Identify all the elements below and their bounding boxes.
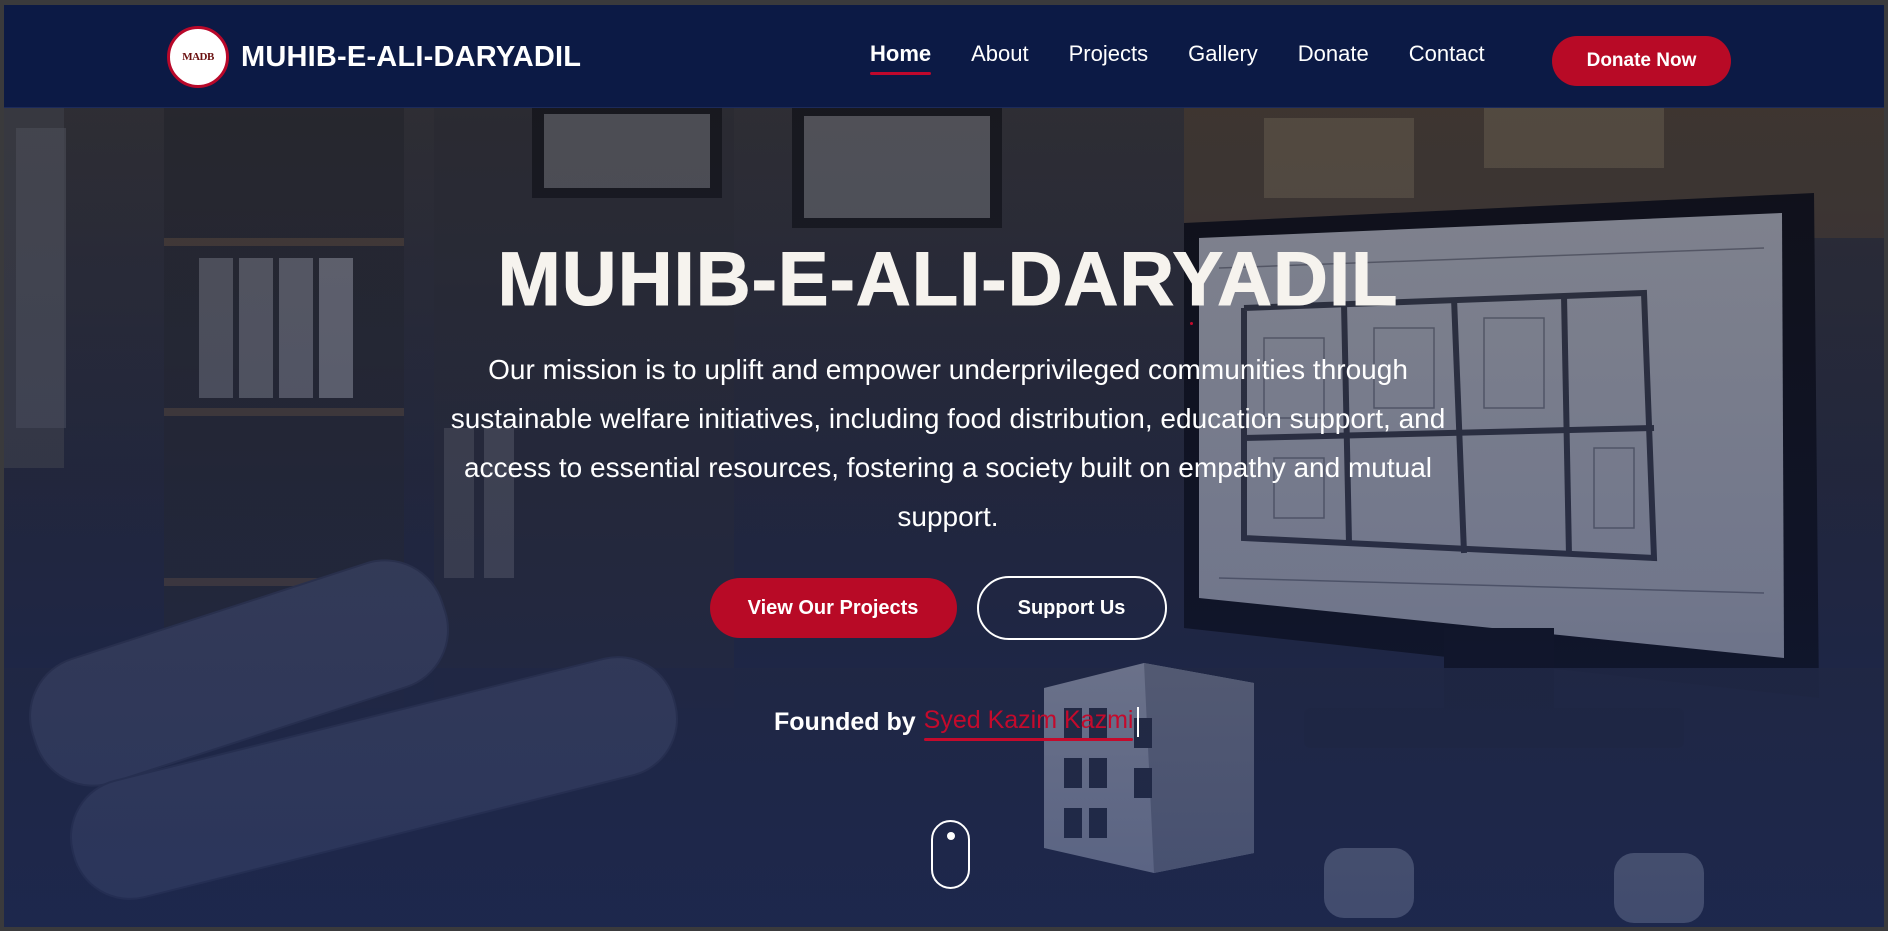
typing-caret (1137, 707, 1140, 737)
mission-statement: Our mission is to uplift and empower und… (450, 354, 1446, 532)
nav-item-about[interactable]: About (971, 41, 1029, 75)
brand[interactable]: MADB MUHIB-E-ALI-DARYADIL (167, 25, 581, 89)
nav-item-donate[interactable]: Donate (1298, 41, 1369, 75)
hero-title: MUHIB-E-ALI-DARYADIL (497, 237, 1399, 323)
nav-item-gallery[interactable]: Gallery (1188, 41, 1258, 75)
logo-text: MADB (182, 51, 214, 63)
founder-name: Syed Kazim Kazmi (923, 706, 1133, 741)
donate-now-button[interactable]: Donate Now (1552, 36, 1731, 86)
scroll-wheel-dot (947, 832, 955, 840)
nav-item-contact[interactable]: Contact (1409, 41, 1485, 75)
view-projects-button[interactable]: View Our Projects (709, 578, 957, 638)
hero-buttons: View Our Projects Support Us (4, 576, 1884, 640)
support-us-button[interactable]: Support Us (976, 576, 1167, 640)
brand-name[interactable]: MUHIB-E-ALI-DARYADIL (241, 41, 581, 74)
mouse-scroll-icon[interactable] (931, 820, 970, 889)
founded-by-label: Founded by (774, 707, 916, 736)
nav-item-home[interactable]: Home (870, 41, 932, 75)
browser-viewport: MADB MUHIB-E-ALI-DARYADIL Home About Pro… (0, 0, 1888, 931)
hero-section: MUHIB-E-ALI-DARYADIL Our mission is to u… (4, 108, 1884, 927)
founded-by: Founded by Syed Kazim Kazmi (774, 702, 1140, 742)
nav-links: Home About Projects Gallery Donate Conta… (870, 41, 1525, 75)
navbar: MADB MUHIB-E-ALI-DARYADIL Home About Pro… (4, 5, 1884, 108)
nav-item-projects[interactable]: Projects (1069, 41, 1148, 75)
organization-logo-icon[interactable]: MADB (167, 26, 229, 88)
